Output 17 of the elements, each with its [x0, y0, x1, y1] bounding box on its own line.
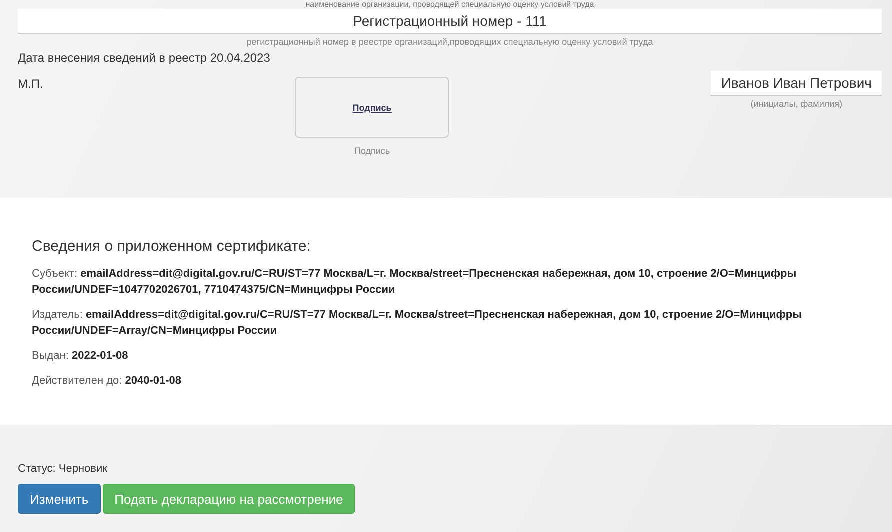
status-text: Статус: Черновик	[18, 463, 108, 475]
certificate-field: Субъект: emailAddress=dit@digital.gov.ru/C=RU/ST=77 Москва/L=г. Москва/street=Пресненская набережная, дом 10, строение 2/O=Минцифры России/UNDEF=1047702026701, 7710474375/CN=Минцифры России	[32, 266, 860, 298]
registration-number-field: Регистрационный номер - 111	[18, 9, 882, 34]
organization-caption: наименование организации, проводящей специальную оценку условий труда	[304, 0, 596, 9]
certificate-title: Сведения о приложенном сертификате:	[32, 238, 312, 255]
stamp-label: М.П.	[18, 77, 44, 91]
certificate-field: Выдан: 2022-01-08	[32, 348, 860, 364]
signature-link[interactable]: Подпись	[352, 102, 392, 112]
certificate-field: Издатель: emailAddress=dit@digital.gov.ru/C=RU/ST=77 Москва/L=г. Москва/street=Пресненская набережная, дом 10, строение 2/O=Минцифры России/UNDEF=Array/CN=Минцифры России	[32, 307, 860, 339]
registration-caption: регистрационный номер в реестре организаций,проводящих специальную оценку условий труда	[246, 37, 654, 47]
edit-button[interactable]: Изменить	[18, 484, 101, 514]
submit-button[interactable]: Подать декларацию на рассмотрение	[102, 484, 356, 514]
registry-date: Дата внесения сведений в реестр 20.04.2023	[18, 51, 272, 65]
certificate-field: Действителен до: 2040-01-08	[32, 373, 860, 389]
signer-caption: (инициалы, фамилия)	[750, 99, 843, 109]
signature-caption: Подпись	[354, 146, 390, 156]
signer-name: Иванов Иван Петрович	[711, 71, 882, 96]
